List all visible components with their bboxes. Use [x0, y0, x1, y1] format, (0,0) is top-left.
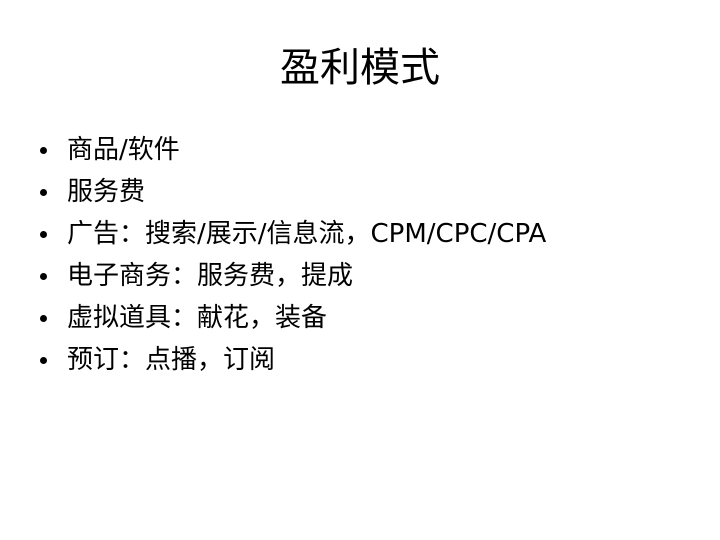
bullet-text: 预订：点播，订阅	[67, 345, 276, 375]
bullet-item-advertising: 广告：搜索/展示/信息流，CPM/CPC/CPA	[40, 213, 700, 255]
bullet-item-subscription: 预订：点播，订阅	[40, 339, 700, 381]
bullet-list: 商品/软件 服务费 广告：搜索/展示/信息流，CPM/CPC/CPA 电子商务：…	[40, 129, 700, 381]
bullet-dot-icon	[40, 189, 47, 196]
bullet-item-ecommerce: 电子商务：服务费，提成	[40, 255, 700, 297]
bullet-text: 商品/软件	[67, 135, 180, 165]
bullet-item-virtual-goods: 虚拟道具：献花，装备	[40, 297, 700, 339]
bullet-dot-icon	[40, 231, 47, 238]
bullet-text: 广告：搜索/展示/信息流，CPM/CPC/CPA	[67, 219, 547, 249]
bullet-text: 电子商务：服务费，提成	[67, 261, 354, 291]
bullet-text: 虚拟道具：献花，装备	[67, 303, 328, 333]
bullet-dot-icon	[40, 357, 47, 364]
slide: 盈利模式 商品/软件 服务费 广告：搜索/展示/信息流，CPM/CPC/CPA …	[0, 0, 720, 540]
bullet-dot-icon	[40, 315, 47, 322]
bullet-item-products-software: 商品/软件	[40, 129, 700, 171]
bullet-dot-icon	[40, 147, 47, 154]
bullet-text: 服务费	[67, 177, 146, 207]
bullet-dot-icon	[40, 273, 47, 280]
slide-title: 盈利模式	[280, 45, 440, 91]
bullet-item-service-fee: 服务费	[40, 171, 700, 213]
